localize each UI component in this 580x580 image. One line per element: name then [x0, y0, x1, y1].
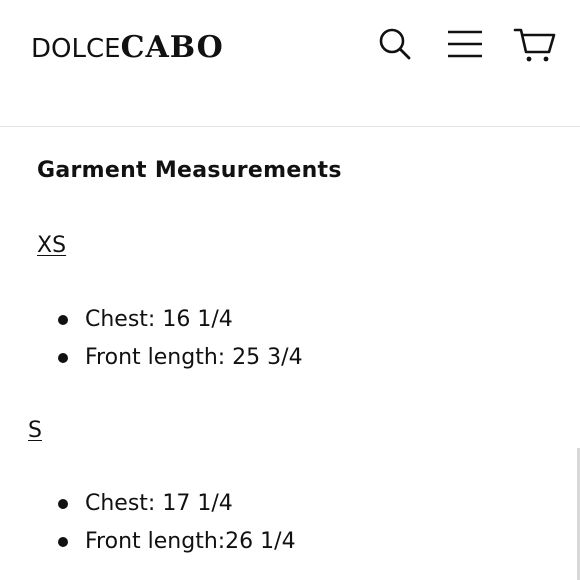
- search-icon: [379, 28, 411, 60]
- bullet-icon: [58, 537, 68, 547]
- list-item: Chest: 17 1/4: [58, 485, 296, 523]
- measurement-text: Front length:26 1/4: [85, 529, 296, 554]
- measurement-text: Front length: 25 3/4: [85, 345, 303, 370]
- page: DOLCE CABO Garment Measurements XS Chest…: [0, 0, 580, 580]
- logo-text-cabo: CABO: [120, 30, 224, 65]
- cart-button[interactable]: [513, 22, 557, 66]
- hamburger-menu-icon: [448, 30, 482, 58]
- site-header: DOLCE CABO: [0, 0, 580, 127]
- measurement-text: Chest: 17 1/4: [85, 491, 233, 516]
- bullet-icon: [58, 315, 68, 325]
- size-link-s[interactable]: S: [28, 418, 42, 443]
- page-title: Garment Measurements: [37, 158, 342, 183]
- measurement-list-xs: Chest: 16 1/4 Front length: 25 3/4: [58, 301, 303, 377]
- site-logo[interactable]: DOLCE CABO: [31, 30, 224, 65]
- menu-button[interactable]: [443, 22, 487, 66]
- list-item: Front length:26 1/4: [58, 523, 296, 561]
- bullet-icon: [58, 353, 68, 363]
- measurement-list-s: Chest: 17 1/4 Front length:26 1/4: [58, 485, 296, 561]
- search-button[interactable]: [373, 22, 417, 66]
- cart-icon: [513, 28, 556, 62]
- size-link-xs[interactable]: XS: [37, 233, 66, 258]
- bullet-icon: [58, 499, 68, 509]
- list-item: Chest: 16 1/4: [58, 301, 303, 339]
- logo-text-dolce: DOLCE: [31, 34, 121, 64]
- measurement-text: Chest: 16 1/4: [85, 307, 233, 332]
- list-item: Front length: 25 3/4: [58, 339, 303, 377]
